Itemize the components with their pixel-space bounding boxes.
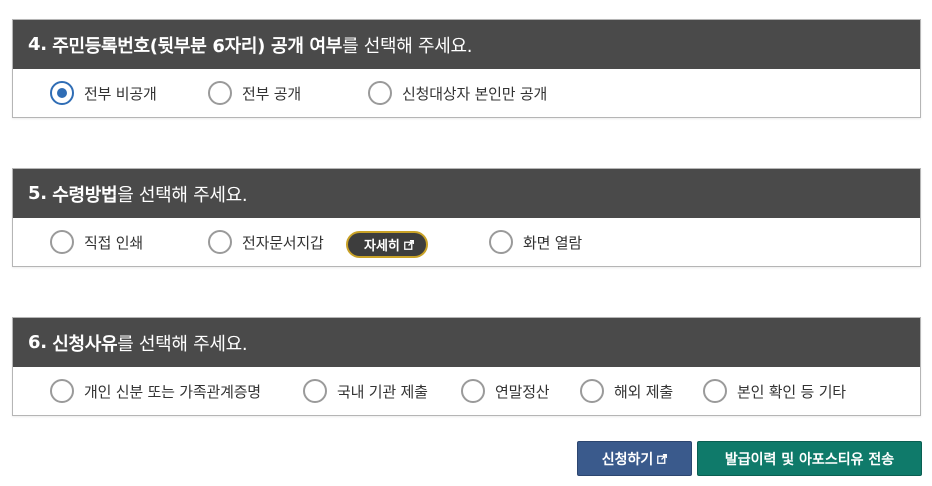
radio-label: 본인 확인 등 기타	[737, 382, 846, 401]
radio-button[interactable]	[368, 81, 392, 105]
section-title-rest: 를 선택해 주세요.	[342, 35, 473, 57]
radio-button[interactable]	[50, 230, 74, 254]
radio-button[interactable]	[703, 379, 727, 403]
send-button-label: 발급이력 및 아포스티유 전송	[724, 451, 895, 468]
radio-label: 전부 공개	[242, 84, 301, 103]
radio-option-family-certificate[interactable]: 개인 신분 또는 가족관계증명	[50, 367, 261, 415]
radio-button-checked[interactable]	[50, 81, 74, 105]
radio-label: 신청대상자 본인만 공개	[402, 84, 548, 103]
external-link-icon	[403, 239, 414, 250]
section-title-rest: 를 선택해 주세요.	[117, 333, 248, 355]
section-application-reason: 6. 신청사유 를 선택해 주세요. 개인 신분 또는 가족관계증명 국내 기관 …	[12, 317, 921, 416]
radio-option-screen-view[interactable]: 화면 열람	[489, 218, 582, 266]
radio-option-direct-print[interactable]: 직접 인쇄	[50, 218, 143, 266]
external-link-icon	[657, 453, 668, 464]
section-title-bold: 신청사유	[52, 333, 118, 355]
send-history-apostille-button[interactable]: 발급이력 및 아포스티유 전송	[697, 441, 922, 476]
section-title: 6. 신청사유 를 선택해 주세요.	[13, 318, 920, 367]
radio-label: 해외 제출	[614, 382, 673, 401]
apply-button-label: 신청하기	[601, 451, 654, 468]
radio-button[interactable]	[208, 81, 232, 105]
apply-button[interactable]: 신청하기	[577, 441, 692, 476]
radio-label: 화면 열람	[523, 233, 582, 252]
radio-button[interactable]	[208, 230, 232, 254]
section-receipt-method: 5. 수령방법 을 선택해 주세요. 직접 인쇄 전자문서지갑 자세히 화면 열람	[12, 168, 921, 267]
radio-label: 개인 신분 또는 가족관계증명	[84, 382, 261, 401]
radio-button[interactable]	[580, 379, 604, 403]
radio-group-application-reason: 개인 신분 또는 가족관계증명 국내 기관 제출 연말정산 해외 제출 본인 확…	[13, 367, 920, 415]
radio-option-applicant-only[interactable]: 신청대상자 본인만 공개	[368, 69, 547, 117]
section-title: 4. 주민등록번호(뒷부분 6자리) 공개 여부 를 선택해 주세요.	[13, 20, 920, 69]
radio-button[interactable]	[461, 379, 485, 403]
radio-option-e-wallet[interactable]: 전자문서지갑	[208, 218, 324, 266]
section-title-rest: 을 선택해 주세요.	[117, 184, 248, 206]
radio-option-overseas[interactable]: 해외 제출	[580, 367, 673, 415]
detail-button[interactable]: 자세히	[346, 231, 428, 258]
radio-label: 국내 기관 제출	[337, 382, 428, 401]
radio-button[interactable]	[303, 379, 327, 403]
section-title-bold: 주민등록번호(뒷부분 6자리) 공개 여부	[52, 35, 343, 57]
section-title: 5. 수령방법 을 선택해 주세요.	[13, 169, 920, 218]
radio-group-ssn-disclosure: 전부 비공개 전부 공개 신청대상자 본인만 공개	[13, 69, 920, 117]
section-number: 6.	[28, 332, 47, 353]
radio-option-other[interactable]: 본인 확인 등 기타	[703, 367, 846, 415]
section-ssn-disclosure: 4. 주민등록번호(뒷부분 6자리) 공개 여부 를 선택해 주세요. 전부 비공…	[12, 19, 921, 118]
radio-label: 전자문서지갑	[242, 233, 324, 252]
radio-button[interactable]	[50, 379, 74, 403]
radio-label: 직접 인쇄	[84, 233, 143, 252]
section-number: 4.	[28, 34, 47, 55]
radio-option-all-private[interactable]: 전부 비공개	[50, 69, 157, 117]
detail-button-label: 자세히	[364, 239, 400, 254]
radio-button[interactable]	[489, 230, 513, 254]
radio-group-receipt-method: 직접 인쇄 전자문서지갑 자세히 화면 열람	[13, 218, 920, 266]
radio-label: 전부 비공개	[84, 84, 157, 103]
radio-option-year-end-tax[interactable]: 연말정산	[461, 367, 550, 415]
section-title-bold: 수령방법	[52, 184, 118, 206]
section-number: 5.	[28, 183, 47, 204]
radio-option-domestic-agency[interactable]: 국내 기관 제출	[303, 367, 428, 415]
radio-option-all-public[interactable]: 전부 공개	[208, 69, 301, 117]
radio-label: 연말정산	[495, 382, 550, 401]
